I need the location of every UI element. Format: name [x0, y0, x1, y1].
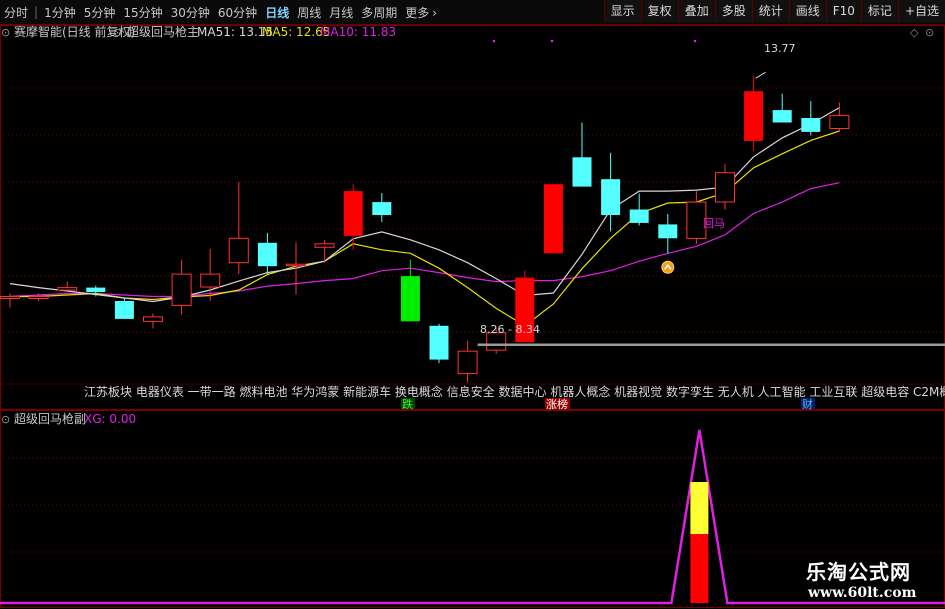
candle-body-7 — [200, 273, 221, 288]
panel-expand-icon[interactable]: ◇ — [910, 26, 919, 39]
candle-body-23 — [658, 224, 678, 239]
chart-grid — [0, 87, 945, 553]
main-panel-collapse-icon[interactable]: ⊙ — [1, 26, 10, 39]
candle-body-25 — [715, 172, 735, 203]
xg-bar-yellow — [690, 482, 709, 534]
candle-body-14 — [400, 276, 420, 322]
panel-close-icon[interactable]: ⊙ — [925, 26, 934, 39]
draw-line-button[interactable]: 画线 — [788, 0, 826, 22]
tab-5min[interactable]: 5分钟 — [80, 4, 120, 21]
candle-body-15 — [429, 325, 449, 360]
toolbar: 分时 | 1分钟 5分钟 15分钟 30分钟 60分钟 日线 周线 月线 多周期 … — [0, 0, 945, 25]
overlay-button[interactable]: 叠加 — [677, 0, 715, 22]
candle-body-21 — [601, 179, 621, 215]
low-price-label: 8.26 - 8.34 — [480, 323, 540, 336]
signal-dot-1 — [550, 39, 554, 43]
main-indicator-name: 超级回马枪主 — [127, 24, 199, 39]
xg-bar-red — [690, 534, 709, 603]
tab-1min[interactable]: 1分钟 — [40, 4, 80, 21]
mark-button[interactable]: 标记 — [860, 0, 898, 22]
statistics-button[interactable]: 统计 — [751, 0, 789, 22]
tab-weekly[interactable]: 周线 — [293, 4, 325, 21]
chevron-right-icon: › — [432, 5, 438, 20]
candle-body-3 — [86, 287, 106, 293]
watermark-title: 乐淘公式网 — [806, 560, 911, 584]
candle-body-19 — [543, 184, 563, 254]
tab-15min[interactable]: 15分钟 — [119, 4, 166, 21]
ma10-line — [9, 182, 840, 298]
signal-marker-icon — [661, 260, 675, 274]
concept-strip: 江苏板块 电器仪表 一带一路 燃料电池 华为鸿蒙 新能源车 换电概念 信息安全 … — [84, 384, 945, 399]
indicator-toggle-icon[interactable]: ⊙ — [113, 26, 122, 39]
f10-button[interactable]: F10 — [825, 0, 861, 22]
tab-fenshi[interactable]: 分时 — [0, 4, 32, 21]
candle-body-11 — [314, 243, 335, 248]
candle-body-10 — [286, 263, 306, 267]
high-price-marker — [755, 71, 766, 79]
sub-indicator-name: 超级回马枪副 — [14, 411, 86, 426]
candle-body-12 — [343, 191, 363, 236]
signal-dot-0 — [492, 39, 496, 43]
tab-monthly[interactable]: 月线 — [325, 4, 357, 21]
candle-body-8 — [228, 237, 249, 264]
period-tabs: 分时 | 1分钟 5分钟 15分钟 30分钟 60分钟 日线 周线 月线 多周期 … — [0, 0, 441, 24]
tab-30min[interactable]: 30分钟 — [167, 4, 214, 21]
signal-label: 回马 — [703, 217, 725, 230]
display-button[interactable]: 显示 — [603, 0, 641, 22]
adjust-button[interactable]: 复权 — [640, 0, 678, 22]
sub-panel-collapse-icon[interactable]: ⊙ — [1, 413, 10, 426]
sub-xg-value: XG: 0.00 — [84, 412, 136, 426]
candle-body-29 — [829, 115, 850, 129]
tab-multi-period[interactable]: 多周期 — [357, 4, 401, 21]
candle-body-6 — [171, 273, 192, 306]
xg-line — [0, 429, 945, 605]
signal-dot-2 — [693, 39, 697, 43]
candle-body-22 — [629, 209, 649, 223]
candle-body-4 — [114, 301, 134, 319]
candle-body-5 — [143, 316, 163, 322]
tab-daily[interactable]: 日线 — [261, 4, 293, 21]
candle-body-0 — [0, 296, 20, 299]
event-tag-finance[interactable]: 财 — [802, 397, 813, 411]
event-tag-drop[interactable]: 跌 — [402, 397, 413, 411]
candle-body-28 — [801, 118, 821, 132]
candle-body-20 — [572, 157, 592, 187]
tab-more[interactable]: 更多 › — [401, 4, 441, 21]
tab-60min[interactable]: 60分钟 — [214, 4, 261, 21]
candle-body-9 — [257, 242, 277, 267]
candle-body-27 — [772, 110, 792, 123]
candle-body-2 — [57, 287, 78, 291]
add-watchlist-button[interactable]: +自选 — [897, 0, 945, 22]
panel-frames — [0, 25, 945, 608]
toolbar-right-buttons: 显示 复权 叠加 多股 统计 画线 F10 标记 +自选 — [603, 0, 945, 24]
kline-chart[interactable]: ⊙ 赛摩智能(日线 前复权) ⊙ 超级回马枪主 MA51: 13.15 MA5:… — [0, 0, 945, 609]
event-tag-rise[interactable]: 涨榜 — [546, 397, 568, 411]
candle-body-16 — [457, 350, 478, 375]
candle-body-1 — [28, 296, 49, 299]
tab-more-label: 更多 — [405, 5, 430, 20]
ma10-label: MA10: 11.83 — [320, 25, 396, 39]
watermark-url: www.60lt.com — [808, 585, 917, 601]
high-price-label: 13.77 — [764, 42, 796, 55]
multi-stock-button[interactable]: 多股 — [714, 0, 752, 22]
candle-body-26 — [744, 91, 764, 141]
sub-panel-frame — [0, 410, 945, 608]
ma51-line — [9, 107, 840, 303]
sub-indicator-panel — [0, 429, 945, 605]
candle-body-13 — [372, 202, 392, 215]
